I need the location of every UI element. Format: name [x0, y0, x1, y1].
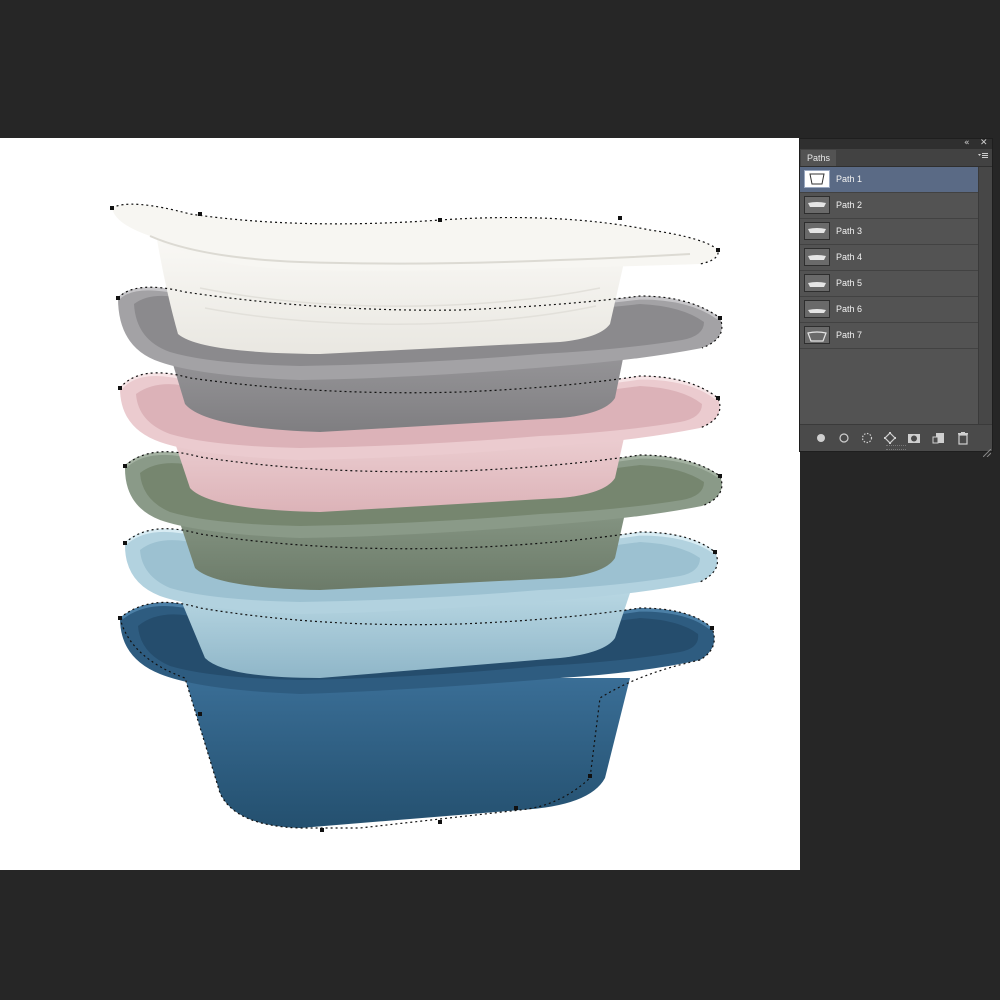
panel-menu-icon[interactable] — [978, 151, 988, 161]
panel-footer — [800, 424, 992, 458]
panel-tab-bar: Paths — [800, 149, 992, 167]
add-mask-icon[interactable] — [907, 430, 921, 444]
path-row-5[interactable]: Path 5 — [800, 271, 980, 297]
path-name: Path 3 — [836, 226, 863, 236]
make-work-path-icon[interactable] — [883, 430, 897, 444]
path-thumbnail — [804, 196, 830, 214]
path-name: Path 4 — [836, 252, 863, 262]
path-thumbnail — [804, 248, 830, 266]
path-thumbnail — [804, 300, 830, 318]
path-thumbnail — [804, 222, 830, 240]
path-thumbnail — [804, 326, 830, 344]
load-path-as-selection-icon[interactable] — [860, 430, 874, 444]
fill-path-icon[interactable] — [814, 430, 828, 444]
new-path-icon[interactable] — [932, 430, 946, 444]
path-row-3[interactable]: Path 3 — [800, 219, 980, 245]
resize-corner-icon[interactable] — [982, 442, 992, 458]
stroke-path-icon[interactable] — [837, 430, 851, 444]
path-name: Path 5 — [836, 278, 863, 288]
path-row-2[interactable]: Path 2 — [800, 193, 980, 219]
path-name: Path 2 — [836, 200, 863, 210]
panel-scrollbar[interactable] — [978, 167, 992, 425]
double-chevron-left-icon[interactable]: « — [964, 138, 970, 149]
bathtubs-image — [110, 203, 723, 832]
path-row-7[interactable]: Path 7 — [800, 323, 980, 349]
path-thumbnail — [804, 274, 830, 292]
path-row-4[interactable]: Path 4 — [800, 245, 980, 271]
delete-path-icon[interactable] — [956, 430, 970, 445]
path-row-1[interactable]: Path 1 — [800, 167, 980, 193]
panel-resize-grip[interactable] — [886, 445, 906, 450]
path-thumbnail — [804, 170, 830, 188]
path-row-6[interactable]: Path 6 — [800, 297, 980, 323]
path-name: Path 1 — [836, 174, 863, 184]
panel-titlebar[interactable]: « ✕ — [800, 138, 992, 149]
close-icon[interactable]: ✕ — [980, 138, 988, 149]
paths-list: Path 1 Path 2 Path 3 Path 4 Path 5 Path … — [800, 167, 980, 349]
paths-panel: « ✕ Paths Path 1 Path 2 Path 3 Path 4 Pa… — [799, 138, 993, 458]
path-name: Path 6 — [836, 304, 863, 314]
path-name: Path 7 — [836, 330, 863, 340]
tab-paths[interactable]: Paths — [801, 150, 837, 166]
document-canvas[interactable] — [0, 138, 800, 870]
